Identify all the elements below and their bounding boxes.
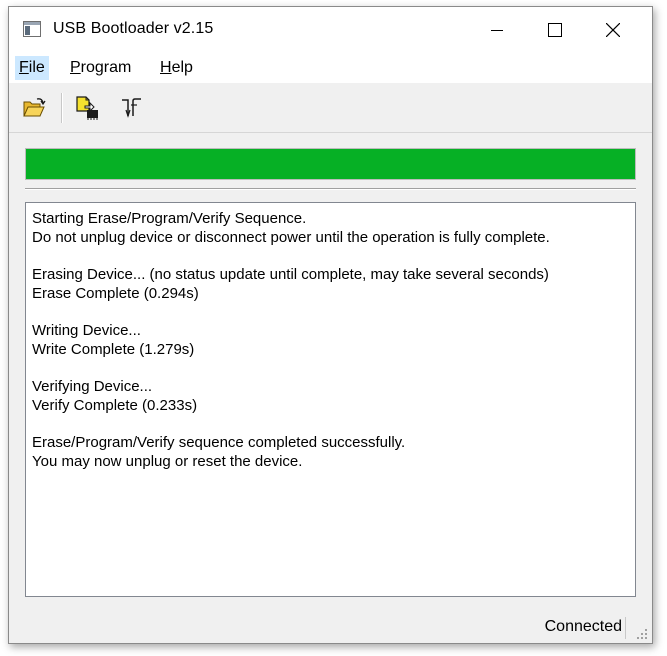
menu-program-mnemonic: P: [70, 59, 81, 76]
log-line: Writing Device...: [32, 322, 141, 339]
log-line: Erasing Device... (no status update unti…: [32, 266, 549, 283]
toolbar-separator: [61, 93, 63, 123]
menu-help-mnemonic: H: [160, 59, 172, 76]
log-blank-line: [32, 415, 629, 433]
log-blank-line: [32, 359, 629, 377]
minimize-button[interactable]: [468, 7, 526, 53]
window-title: USB Bootloader v2.15: [53, 20, 214, 37]
close-icon: [606, 23, 620, 37]
log-line: You may now unplug or reset the device.: [32, 453, 303, 470]
log-blank-line: [32, 247, 629, 265]
menu-help-label: elp: [171, 59, 193, 76]
menu-program-label: rogram: [80, 59, 132, 76]
reset-device-button[interactable]: [119, 95, 145, 121]
resize-grip-icon[interactable]: [636, 627, 648, 639]
status-separator: [625, 617, 626, 639]
app-window: USB Bootloader v2.15 File Program Help S…: [8, 6, 653, 644]
program-device-button[interactable]: [75, 95, 101, 121]
status-log[interactable]: Starting Erase/Program/Verify Sequence. D…: [25, 202, 636, 597]
open-file-button[interactable]: [21, 95, 47, 121]
log-line: Write Complete (1.279s): [32, 341, 195, 358]
menu-help[interactable]: Help: [156, 56, 197, 80]
menu-file-mnemonic: F: [19, 59, 29, 76]
maximize-button[interactable]: [526, 7, 584, 53]
maximize-icon: [548, 23, 562, 37]
log-line: Erase/Program/Verify sequence completed …: [32, 434, 406, 451]
status-bar: Connected: [9, 613, 652, 643]
toolbar: [9, 83, 652, 133]
log-line: Starting Erase/Program/Verify Sequence.: [32, 210, 307, 227]
progress-bar: [25, 148, 636, 180]
open-folder-icon: [23, 98, 46, 117]
menu-file-label: ile: [28, 59, 45, 76]
menu-program[interactable]: Program: [66, 56, 135, 80]
progress-fill: [26, 149, 635, 179]
log-blank-line: [32, 303, 629, 321]
program-device-icon: [76, 96, 98, 120]
section-divider: [25, 188, 636, 190]
menu-bar: File Program Help: [9, 53, 652, 83]
reset-device-icon: [122, 98, 141, 118]
log-line: Erase Complete (0.294s): [32, 285, 199, 302]
connection-status: Connected: [544, 618, 622, 635]
toolbar-divider: [9, 132, 652, 133]
menu-file[interactable]: File: [15, 56, 49, 80]
log-line: Verifying Device...: [32, 378, 153, 395]
close-button[interactable]: [584, 7, 642, 53]
app-window-icon: [23, 21, 41, 37]
log-line: Do not unplug device or disconnect power…: [32, 229, 550, 246]
log-line: Verify Complete (0.233s): [32, 397, 198, 414]
minimize-icon: [491, 30, 503, 31]
title-bar[interactable]: USB Bootloader v2.15: [9, 7, 652, 53]
